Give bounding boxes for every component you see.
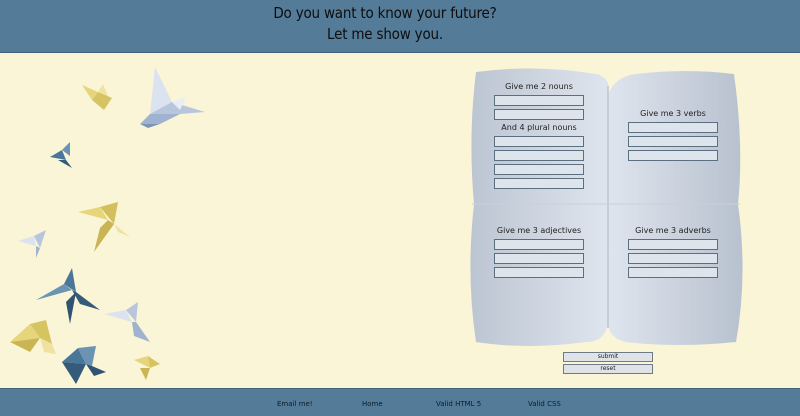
origami-bird-blue-2	[36, 268, 100, 324]
page-footer: Email me! Home Valid HTML 5 Valid CSS	[0, 388, 800, 416]
noun-input-1[interactable]	[494, 95, 584, 106]
verb-input-1[interactable]	[628, 122, 718, 133]
plural-noun-input-3[interactable]	[494, 164, 584, 175]
footer-link-valid-css[interactable]: Valid CSS	[528, 400, 561, 408]
header-title-line2: Let me show you.	[327, 25, 443, 43]
adverbs-label: Give me 3 adverbs	[635, 226, 711, 235]
origami-bird-yellow-2	[78, 202, 130, 252]
origami-bird-light-3	[104, 302, 150, 342]
plural-noun-input-4[interactable]	[494, 178, 584, 189]
adverb-input-1[interactable]	[628, 239, 718, 250]
header-title-line1: Do you want to know your future?	[273, 4, 497, 22]
verb-input-3[interactable]	[628, 150, 718, 161]
origami-bird-yellow-1	[82, 84, 112, 110]
origami-bird-blue-1	[50, 142, 72, 168]
origami-bird-blue-3	[62, 346, 106, 384]
footer-link-home[interactable]: Home	[362, 400, 383, 408]
reset-button[interactable]: reset	[563, 364, 653, 374]
verbs-section: Give me 3 verbs	[628, 109, 718, 164]
origami-bird-light-2	[18, 230, 46, 258]
verbs-label: Give me 3 verbs	[640, 109, 706, 118]
adjectives-section: Give me 3 adjectives	[494, 226, 584, 281]
adjective-input-3[interactable]	[494, 267, 584, 278]
form-buttons: submit reset	[563, 352, 653, 376]
adverb-input-2[interactable]	[628, 253, 718, 264]
adjective-input-2[interactable]	[494, 253, 584, 264]
origami-bird-yellow-3	[10, 320, 56, 354]
nouns-section: Give me 2 nouns And 4 plural nouns	[494, 82, 584, 192]
origami-bird-yellow-4	[134, 356, 160, 380]
adverb-input-3[interactable]	[628, 267, 718, 278]
plural-nouns-label: And 4 plural nouns	[501, 123, 577, 132]
noun-input-2[interactable]	[494, 109, 584, 120]
nouns-label: Give me 2 nouns	[505, 82, 573, 91]
plural-noun-input-1[interactable]	[494, 136, 584, 147]
footer-link-valid-html[interactable]: Valid HTML 5	[436, 400, 481, 408]
adjectives-label: Give me 3 adjectives	[496, 226, 582, 235]
page-header: Do you want to know your future? Let me …	[0, 0, 800, 53]
submit-button[interactable]: submit	[563, 352, 653, 362]
footer-link-email[interactable]: Email me!	[277, 400, 313, 408]
adjective-input-1[interactable]	[494, 239, 584, 250]
adverbs-section: Give me 3 adverbs	[628, 226, 718, 281]
origami-birds-illustration	[10, 67, 205, 384]
fortune-teller-form: Give me 2 nouns And 4 plural nouns Give …	[466, 66, 744, 348]
plural-noun-input-2[interactable]	[494, 150, 584, 161]
verb-input-2[interactable]	[628, 136, 718, 147]
origami-bird-light-1	[140, 67, 205, 128]
